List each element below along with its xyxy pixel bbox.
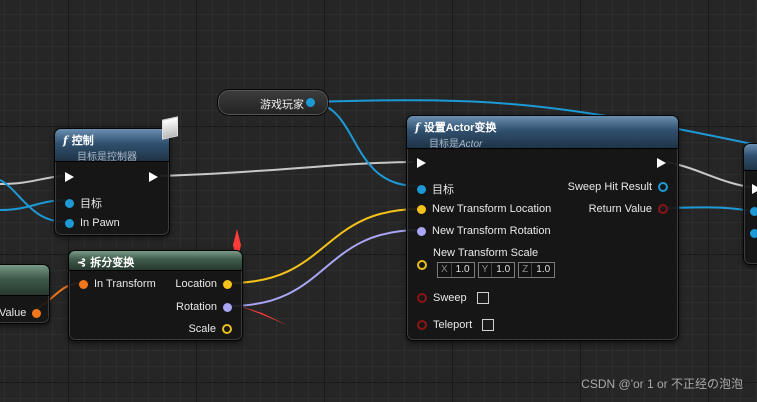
- new-rotation-label: New Transform Rotation: [432, 225, 551, 237]
- game-player-label: 游戏玩家: [260, 99, 304, 111]
- sweep-pin-row[interactable]: Sweep: [417, 292, 489, 304]
- subtitle-prefix: 目标是: [429, 139, 459, 150]
- sat-target-pin-row[interactable]: 目标: [417, 181, 454, 197]
- in-pawn-pin[interactable]: [65, 218, 74, 228]
- target-pin[interactable]: [417, 184, 426, 194]
- game-player-out-pin[interactable]: [306, 98, 315, 107]
- new-rotation-pin[interactable]: [417, 226, 426, 236]
- break-transform-title: 拆分变换: [90, 257, 135, 269]
- left-cut-node-header: [0, 265, 49, 296]
- game-player-variable-node[interactable]: 游戏玩家: [217, 89, 329, 116]
- annotation-arrow-left: [240, 306, 287, 325]
- break-transform-node[interactable]: ⊰ 拆分变换 In Transform Location Rotation Sca…: [68, 250, 243, 341]
- location-pin-row[interactable]: Location: [175, 278, 232, 290]
- return-value-pin-row[interactable]: Return Value: [589, 203, 668, 215]
- left-cut-value-pin-row[interactable]: Value: [0, 307, 42, 319]
- watermark: CSDN @'or 1 or 不正经の泡泡: [581, 377, 743, 391]
- sweep-checkbox[interactable]: [476, 292, 489, 304]
- scale-y-field[interactable]: Y 1.0: [477, 262, 516, 278]
- new-scale-label: New Transform Scale: [433, 247, 539, 259]
- scale-x-field[interactable]: X 1.0: [437, 262, 475, 278]
- right-object-pin[interactable]: [750, 207, 757, 216]
- new-rotation-pin-row[interactable]: New Transform Rotation: [417, 225, 551, 237]
- set-actor-transform-header: f 设置Actor变换 目标是Actor: [407, 116, 678, 150]
- new-scale-pin[interactable]: [417, 260, 427, 270]
- exec-wire-control-to-set: [159, 161, 414, 177]
- sweep-pin[interactable]: [417, 293, 427, 303]
- right-object-pin-2[interactable]: [750, 229, 757, 238]
- pawn-icon: [162, 116, 178, 140]
- function-icon: f: [63, 134, 68, 147]
- sweep-hit-result-pin[interactable]: [658, 182, 668, 192]
- rotation-pin[interactable]: [223, 302, 232, 312]
- scale-pin[interactable]: [222, 324, 232, 334]
- object-wire-player-to-target: [313, 101, 418, 187]
- new-scale-fields: X 1.0 Y 1.0 Z 1.0: [437, 262, 558, 278]
- return-value-pin[interactable]: [658, 204, 668, 214]
- exec-in-pin[interactable]: [752, 184, 757, 194]
- function-icon: f: [415, 121, 420, 134]
- control-target-pin-row[interactable]: 目标: [65, 195, 102, 211]
- new-scale-label-row: New Transform Scale: [433, 247, 538, 259]
- teleport-label: Teleport: [433, 319, 473, 331]
- exec-in-pin[interactable]: [65, 172, 74, 182]
- in-transform-pin-row[interactable]: In Transform: [79, 278, 156, 290]
- right-cut-node-header: [744, 144, 757, 171]
- subtitle-target: Actor: [459, 139, 483, 150]
- new-location-pin[interactable]: [417, 204, 426, 214]
- set-actor-transform-subtitle: 目标是Actor: [415, 135, 670, 150]
- rotation-label: Rotation: [176, 301, 217, 313]
- new-location-pin-row[interactable]: New Transform Location: [417, 203, 551, 215]
- control-node[interactable]: f 控制 目标是控制器 目标 In Pawn: [54, 128, 170, 236]
- exec-wire-in: [0, 175, 63, 185]
- left-cut-node[interactable]: Value: [0, 264, 50, 324]
- control-node-header: f 控制 目标是控制器: [55, 129, 169, 163]
- scale-z-field[interactable]: Z 1.0: [518, 262, 556, 278]
- set-actor-transform-title: 设置Actor变换: [423, 122, 497, 134]
- location-wire: [229, 208, 421, 284]
- exec-out-pin[interactable]: [149, 172, 158, 182]
- control-subtitle: 目标是控制器: [77, 152, 137, 163]
- value-label: Value: [0, 307, 27, 319]
- location-pin[interactable]: [223, 279, 232, 289]
- break-transform-header: ⊰ 拆分变换: [69, 251, 242, 271]
- set-actor-transform-node[interactable]: f 设置Actor变换 目标是Actor 目标 Sweep Hit Result …: [406, 115, 679, 341]
- teleport-pin[interactable]: [417, 320, 427, 330]
- target-pin[interactable]: [65, 198, 74, 208]
- teleport-pin-row[interactable]: Teleport: [417, 319, 495, 331]
- target-label: 目标: [80, 198, 102, 210]
- exec-in-pin[interactable]: [417, 158, 426, 168]
- in-transform-label: In Transform: [94, 278, 156, 290]
- control-inpawn-pin-row[interactable]: In Pawn: [65, 217, 120, 229]
- control-title: 控制: [71, 135, 94, 147]
- exec-out-pin[interactable]: [657, 158, 666, 168]
- in-transform-pin[interactable]: [79, 279, 88, 289]
- right-cut-node[interactable]: [743, 143, 757, 265]
- scale-pin-row[interactable]: Scale: [188, 323, 232, 335]
- break-struct-icon: ⊰: [77, 257, 87, 269]
- rotation-pin-row[interactable]: Rotation: [176, 301, 232, 313]
- new-location-label: New Transform Location: [432, 203, 552, 215]
- sat-target-label: 目标: [432, 184, 454, 196]
- rotation-wire: [229, 229, 421, 307]
- location-label: Location: [175, 278, 217, 290]
- sweep-hit-result-label: Sweep Hit Result: [567, 181, 652, 193]
- teleport-checkbox[interactable]: [482, 319, 495, 331]
- value-pin[interactable]: [32, 308, 42, 318]
- scale-label: Scale: [188, 323, 216, 335]
- sweep-hit-result-pin-row[interactable]: Sweep Hit Result: [568, 181, 668, 193]
- return-value-label: Return Value: [588, 203, 652, 215]
- sweep-label: Sweep: [433, 292, 467, 304]
- in-pawn-label: In Pawn: [80, 217, 120, 229]
